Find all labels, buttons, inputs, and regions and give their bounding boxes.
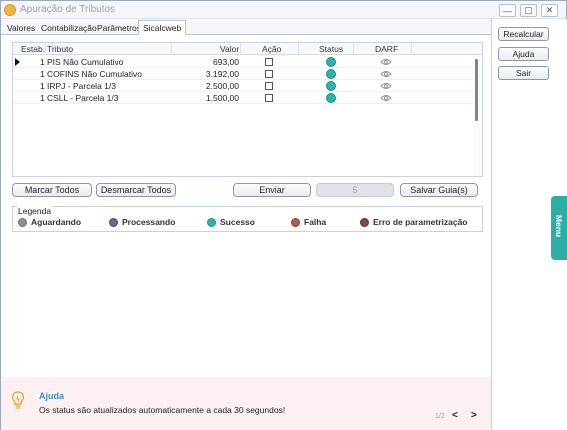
eye-icon[interactable]: [380, 82, 392, 90]
legend-falha: Falha: [291, 217, 326, 227]
tab-sicalcweb[interactable]: Sicalcweb: [138, 20, 187, 35]
sicalcweb-panel: Estab. Tributo Valor Ação Status DARF 1 …: [6, 35, 490, 377]
legend-sucesso: Sucesso: [207, 217, 255, 227]
table-row[interactable]: 1 IRPJ - Parcela 1/3 2.500,00: [13, 80, 473, 92]
grid-scrollbar[interactable]: [473, 55, 481, 176]
menu-tab[interactable]: Menu: [551, 196, 567, 260]
cell-valor: 3.192,00: [205, 69, 239, 79]
count-button: 5: [316, 183, 394, 197]
row-indicator-icon: [15, 58, 20, 66]
window-title: Apuração de Tributos: [20, 4, 116, 15]
cell-valor: 2.500,00: [205, 81, 239, 91]
legend-processando: Processando: [109, 217, 175, 227]
header-darf[interactable]: DARF: [375, 44, 398, 54]
cell-tributo: PIS Não Cumulativo: [47, 57, 124, 67]
sucesso-dot-icon: [207, 218, 216, 227]
header-acao[interactable]: Ação: [262, 44, 281, 54]
table-row[interactable]: 1 CSLL - Parcela 1/3 1.500,00: [13, 92, 473, 104]
eye-icon[interactable]: [380, 58, 392, 66]
tributos-grid: Estab. Tributo Valor Ação Status DARF 1 …: [12, 42, 483, 177]
scrollbar-thumb[interactable]: [475, 59, 478, 121]
erro-dot-icon: [360, 218, 369, 227]
cell-estab: 1: [40, 81, 45, 91]
cell-tributo: COFINS Não Cumulativo: [47, 69, 142, 79]
app-icon: [4, 4, 16, 16]
close-button[interactable]: ✕: [541, 4, 558, 17]
legend-title: Legenda: [17, 206, 53, 216]
status-success-icon: [326, 69, 336, 79]
salvar-guias-button[interactable]: Salvar Guia(s): [400, 183, 478, 197]
header-estab[interactable]: Estab.: [21, 44, 45, 54]
acao-checkbox[interactable]: [265, 82, 273, 90]
cell-valor: 1.500,00: [205, 93, 239, 103]
lightbulb-icon: [11, 391, 25, 409]
header-tributo[interactable]: Tributo: [47, 44, 73, 54]
legend-panel: Legenda Aguardando Processando Sucesso F…: [12, 206, 483, 232]
help-title: Ajuda: [39, 391, 65, 401]
tab-bar: Valores Contabilização Parâmetros Sicalc…: [1, 19, 491, 35]
grid-header: Estab. Tributo Valor Ação Status DARF: [13, 43, 482, 55]
eye-icon[interactable]: [380, 70, 392, 78]
acao-checkbox[interactable]: [265, 70, 273, 78]
aguardando-dot-icon: [18, 218, 27, 227]
cell-tributo: CSLL - Parcela 1/3: [47, 93, 119, 103]
status-success-icon: [326, 81, 336, 91]
menu-label: Menu: [554, 214, 564, 238]
acao-checkbox[interactable]: [265, 58, 273, 66]
acao-checkbox[interactable]: [265, 94, 273, 102]
restore-button[interactable]: ▢: [520, 4, 537, 17]
table-row[interactable]: 1 PIS Não Cumulativo 693,00: [13, 56, 473, 68]
help-next-button[interactable]: >: [471, 410, 477, 421]
desmarcar-todos-button[interactable]: Desmarcar Todos: [96, 183, 176, 197]
header-status[interactable]: Status: [319, 44, 343, 54]
header-valor[interactable]: Valor: [220, 44, 239, 54]
help-prev-button[interactable]: <: [452, 410, 458, 421]
cell-estab: 1: [40, 93, 45, 103]
processando-dot-icon: [109, 218, 118, 227]
cell-tributo: IRPJ - Parcela 1/3: [47, 81, 116, 91]
sair-button[interactable]: Sair: [498, 66, 549, 80]
status-success-icon: [326, 57, 336, 67]
help-pager: 1/2: [435, 413, 445, 420]
tab-valores[interactable]: Valores: [3, 21, 39, 35]
enviar-button[interactable]: Enviar: [233, 183, 311, 197]
title-bar: Apuração de Tributos — ▢ ✕: [1, 1, 566, 19]
ajuda-button[interactable]: Ajuda: [498, 47, 549, 61]
recalcular-button[interactable]: Recalcular: [498, 27, 549, 41]
legend-erro-parametrizacao: Erro de parametrização: [360, 217, 467, 227]
cell-estab: 1: [40, 57, 45, 67]
falha-dot-icon: [291, 218, 300, 227]
cell-valor: 693,00: [213, 57, 239, 67]
tab-contabilizacao[interactable]: Contabilização: [37, 21, 101, 35]
main-window: Apuração de Tributos — ▢ ✕ Valores Conta…: [0, 0, 567, 430]
eye-icon[interactable]: [380, 94, 392, 102]
status-success-icon: [326, 93, 336, 103]
minimize-button[interactable]: —: [499, 4, 516, 17]
marcar-todos-button[interactable]: Marcar Todos: [12, 183, 92, 197]
help-panel: Ajuda Os status são atualizados automati…: [1, 377, 491, 430]
table-row[interactable]: 1 COFINS Não Cumulativo 3.192,00: [13, 68, 473, 80]
help-text: Os status são atualizados automaticament…: [39, 405, 286, 415]
cell-estab: 1: [40, 69, 45, 79]
legend-aguardando: Aguardando: [18, 217, 81, 227]
